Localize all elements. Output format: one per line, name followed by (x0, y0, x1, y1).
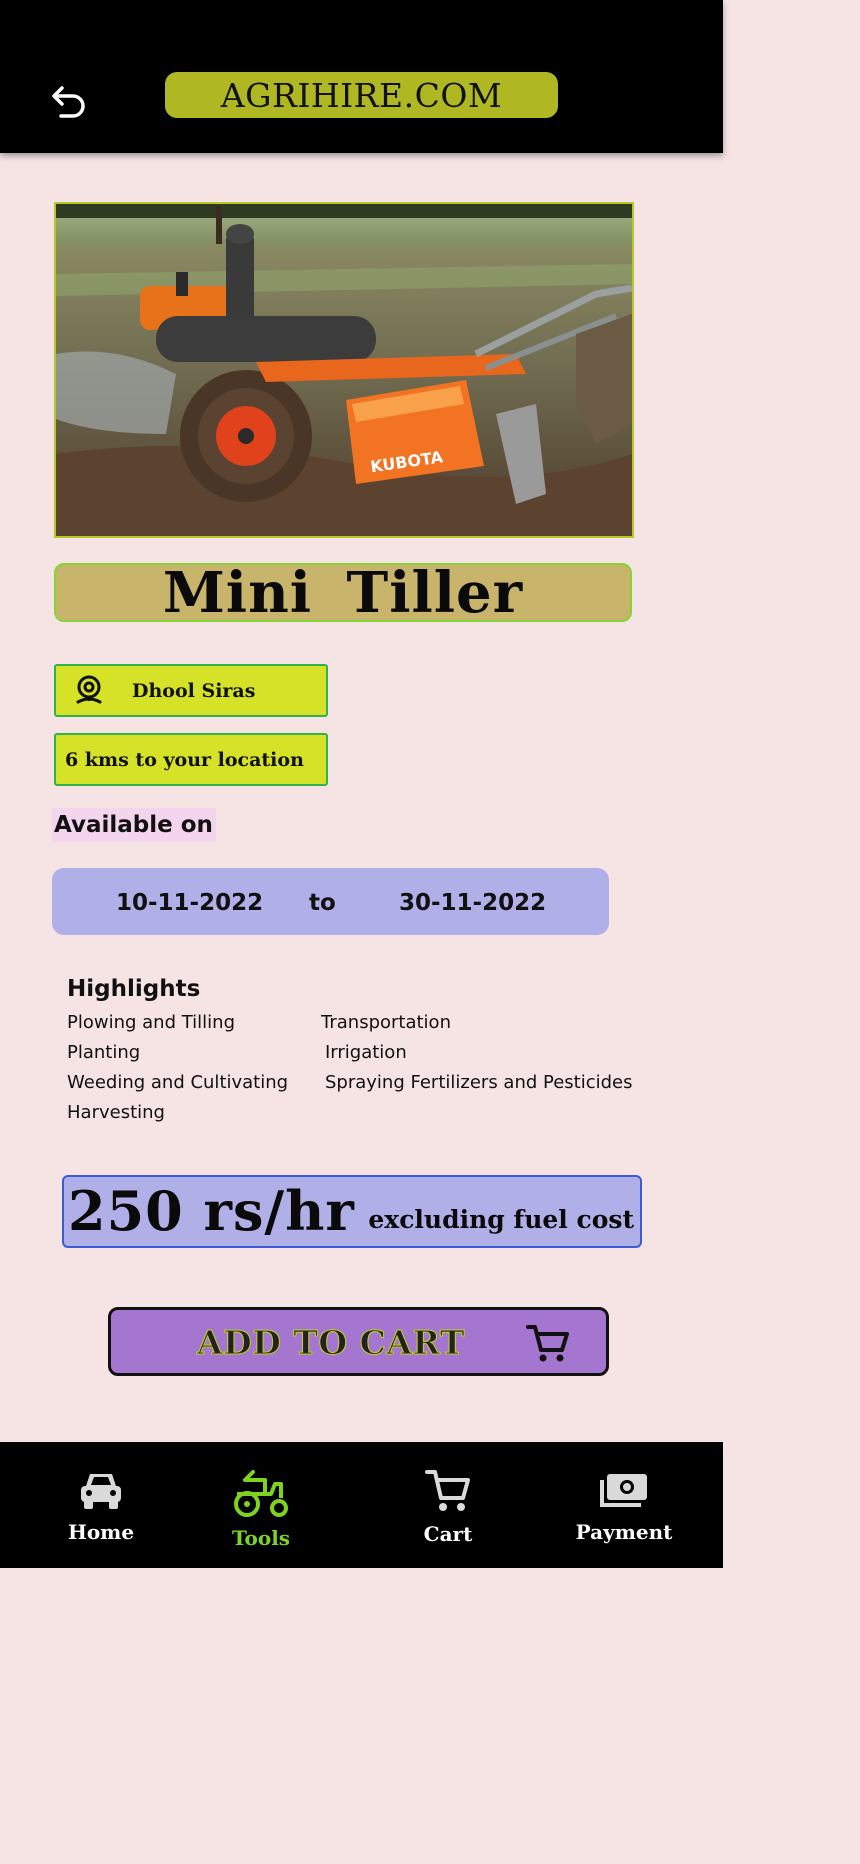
tractor-icon (234, 1470, 288, 1517)
nav-label: Payment (575, 1520, 673, 1544)
highlight-item: Harvesting (67, 1102, 165, 1123)
back-arrow-icon (52, 86, 85, 118)
nav-label: Tools (231, 1526, 291, 1550)
product-title: Mini Tiller (54, 560, 632, 626)
availability-label: Available on (52, 808, 216, 842)
date-separator: to (309, 890, 336, 916)
highlight-item: Spraying Fertilizers and Pesticides (325, 1072, 633, 1093)
location-chip[interactable]: Dhool Siras (54, 664, 328, 717)
nav-payment[interactable]: Payment (572, 1442, 676, 1568)
highlights-title: Highlights (67, 976, 201, 1002)
price-amount: 250 rs/hr (68, 1179, 355, 1243)
back-button[interactable] (48, 80, 92, 124)
car-icon (81, 1474, 121, 1509)
date-from: 10-11-2022 (116, 890, 264, 916)
bottom-navigation: Home Tools Cart Payment (0, 1442, 723, 1568)
nav-label: Home (67, 1520, 135, 1544)
highlight-item: Planting (67, 1042, 141, 1063)
nav-label: Cart (423, 1522, 473, 1546)
app-header: AGRIHIRE.COM (0, 0, 723, 153)
highlight-item: Transportation (321, 1012, 451, 1033)
highlight-item: Plowing and Tilling (67, 1012, 236, 1033)
highlight-item: Weeding and Cultivating (67, 1072, 289, 1093)
nav-cart[interactable]: Cart (410, 1442, 486, 1568)
location-label: Dhool Siras (132, 679, 256, 702)
product-image: KUBOTA (54, 202, 634, 538)
add-to-cart-button[interactable]: ADD TO CART (108, 1307, 609, 1376)
cart-icon (425, 1470, 470, 1511)
add-to-cart-label: ADD TO CART (197, 1323, 465, 1363)
cart-icon (526, 1325, 569, 1362)
price-note: excluding fuel cost (368, 1205, 634, 1234)
distance-label: 6 kms to your location (65, 748, 304, 771)
availability-date-range: 10-11-2022 to 30-11-2022 (52, 868, 609, 935)
date-to: 30-11-2022 (399, 890, 547, 916)
nav-home[interactable]: Home (66, 1442, 136, 1568)
brand-title: AGRIHIRE.COM (165, 72, 558, 118)
cash-icon (600, 1474, 647, 1507)
nav-tools[interactable]: Tools (222, 1442, 300, 1568)
location-pin-icon (76, 675, 102, 703)
price-box: 250 rs/hr excluding fuel cost (62, 1175, 642, 1248)
distance-chip: 6 kms to your location (54, 733, 328, 786)
highlight-item: Irrigation (325, 1042, 407, 1063)
